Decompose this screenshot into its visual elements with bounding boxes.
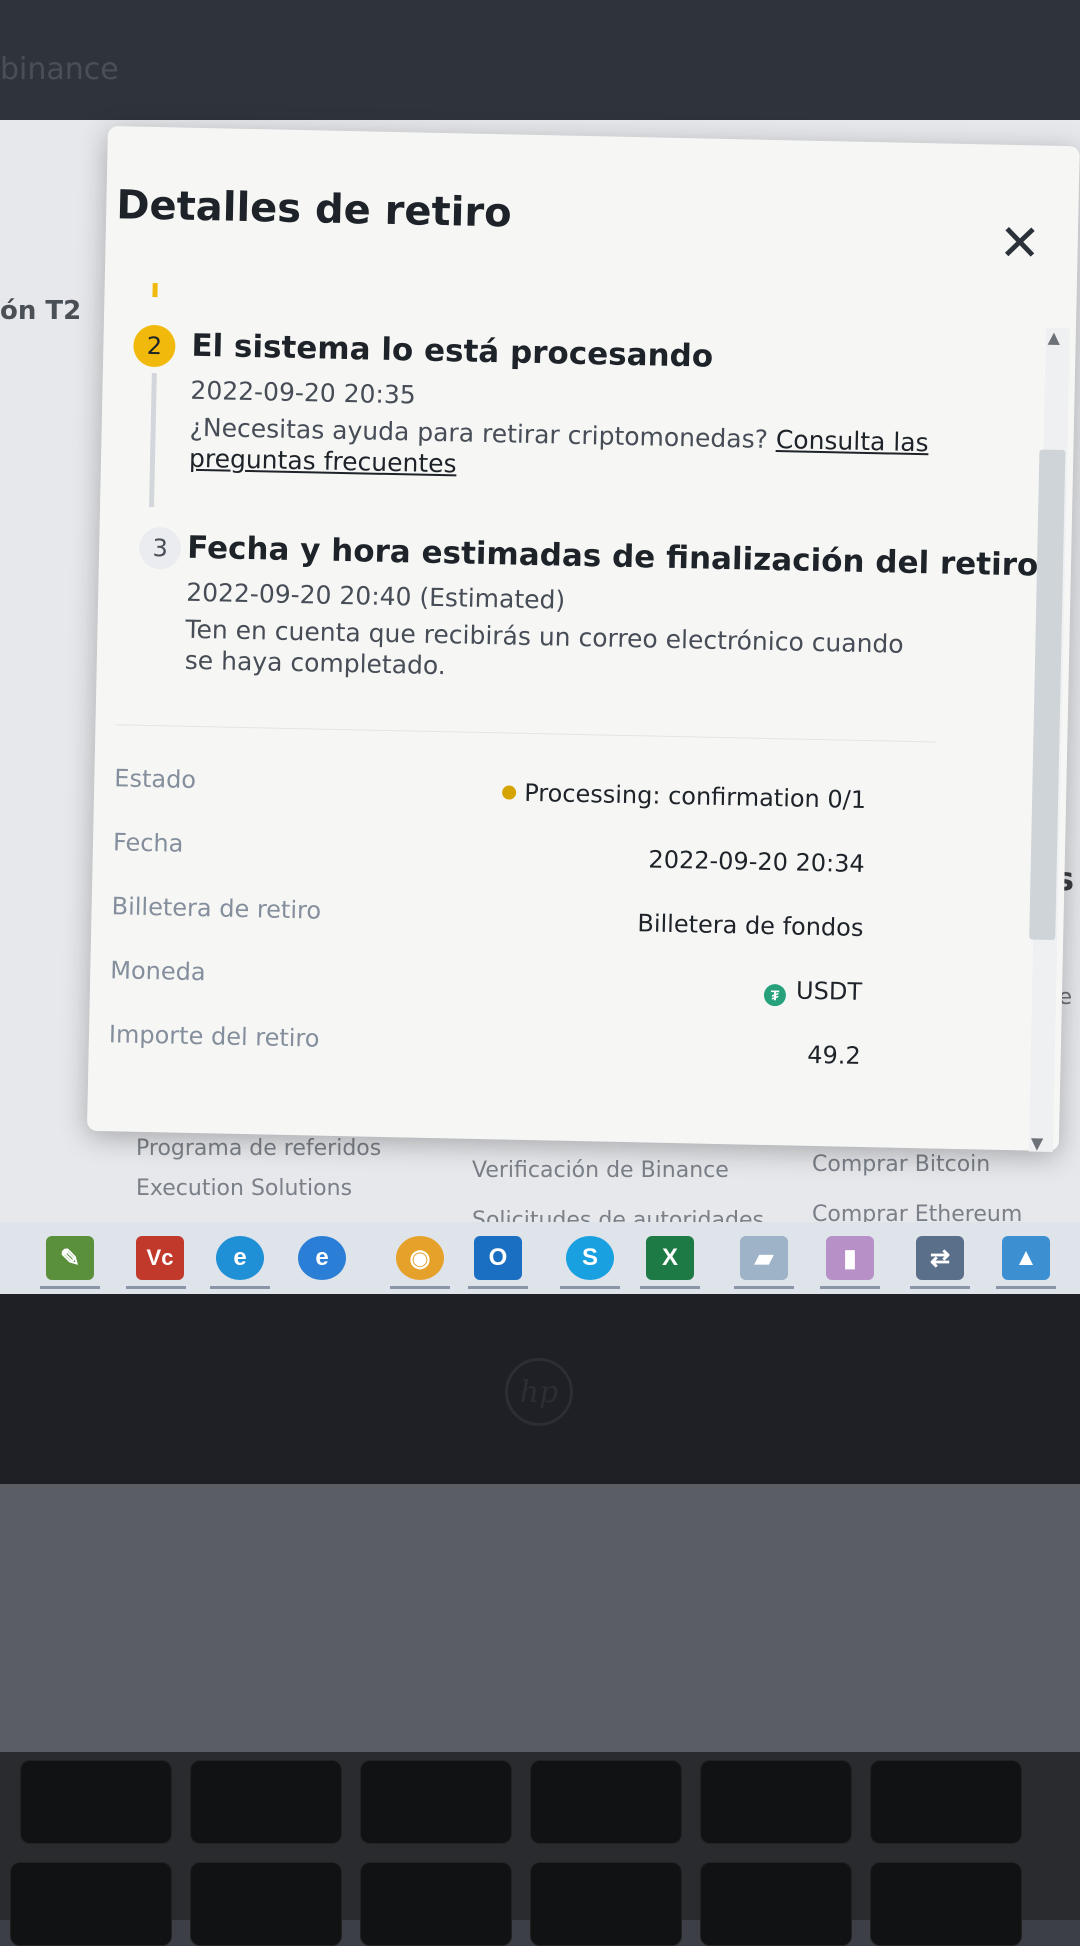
- step-timestamp: 2022-09-20 20:35: [190, 375, 417, 410]
- step-title: Fecha y hora estimadas de finalización d…: [186, 529, 1039, 584]
- detail-label-amount: Importe del retiro: [108, 1020, 320, 1053]
- detail-label-wallet: Billetera de retiro: [111, 892, 322, 925]
- footer-link-buy-bitcoin[interactable]: Comprar Bitcoin: [812, 1152, 990, 1177]
- withdrawal-details-modal: Detalles de retiro ✕ ▲ ▼ 2 El sistema lo…: [86, 126, 1080, 1153]
- taskbar-active-indicator: [734, 1286, 794, 1289]
- internet-explorer-icon[interactable]: e: [298, 1236, 346, 1280]
- taskbar-active-indicator: [390, 1286, 450, 1289]
- taskbar-active-indicator: [640, 1286, 700, 1289]
- notepad-icon[interactable]: ✎: [46, 1236, 94, 1280]
- scroll-down-arrow-icon[interactable]: ▼: [1031, 1134, 1044, 1153]
- keyboard-key: [360, 1862, 512, 1946]
- section-divider: [115, 724, 936, 743]
- skype-icon[interactable]: S: [566, 1236, 614, 1280]
- keyboard-key: [190, 1862, 342, 1946]
- background-heading-fragment: ón T2: [0, 296, 82, 326]
- outlook-icon[interactable]: O: [474, 1236, 522, 1280]
- step-timestamp: 2022-09-20 20:40 (Estimated): [185, 577, 566, 615]
- keyboard-key: [360, 1760, 512, 1844]
- taskbar-active-indicator: [560, 1286, 620, 1289]
- keyboard-key: [870, 1760, 1022, 1844]
- scroll-up-arrow-icon[interactable]: ▲: [1048, 328, 1061, 347]
- taskbar-active-indicator: [40, 1286, 100, 1289]
- footer-link-referral[interactable]: Programa de referidos: [136, 1136, 381, 1161]
- detail-value-wallet: Billetera de fondos: [637, 909, 864, 942]
- keyboard-key: [870, 1862, 1022, 1946]
- taskbar-active-indicator: [820, 1286, 880, 1289]
- detail-label-status: Estado: [114, 764, 197, 794]
- step-connector-done: [152, 282, 158, 298]
- edge-icon[interactable]: e: [216, 1236, 264, 1280]
- brand-logo-text[interactable]: binance: [0, 52, 119, 87]
- network-icon[interactable]: ⇄: [916, 1236, 964, 1280]
- taskbar-active-indicator: [210, 1286, 270, 1289]
- detail-label-coin: Moneda: [110, 956, 206, 987]
- keyboard-key: [10, 1862, 172, 1946]
- detail-value-amount: 49.2: [806, 1040, 861, 1070]
- taskbar-active-indicator: [910, 1286, 970, 1289]
- hp-logo-icon: hp: [505, 1358, 573, 1426]
- detail-value-date: 2022-09-20 20:34: [648, 845, 866, 879]
- excel-icon[interactable]: X: [646, 1236, 694, 1280]
- taskbar-active-indicator: [996, 1286, 1056, 1289]
- scrollbar-thumb[interactable]: [1029, 449, 1066, 941]
- step-number-badge: 3: [138, 526, 182, 570]
- chrome-icon[interactable]: ◉: [396, 1236, 444, 1280]
- keyboard-key: [530, 1760, 682, 1844]
- step-connector: [149, 372, 157, 508]
- status-text: Processing: confirmation 0/1: [523, 778, 867, 815]
- close-icon[interactable]: ✕: [991, 214, 1048, 273]
- taskbar-active-indicator: [468, 1286, 528, 1289]
- step-title: El sistema lo está procesando: [191, 327, 714, 375]
- detail-value-coin: ₮ USDT: [763, 976, 863, 1008]
- step-description: Ten en cuenta que recibirás un correo el…: [184, 614, 904, 681]
- step-number-badge: 2: [132, 324, 176, 368]
- modal-title: Detalles de retiro: [115, 182, 513, 237]
- step-description: ¿Necesitas ayuda para retirar criptomone…: [189, 412, 950, 490]
- keyboard-key: [700, 1760, 852, 1844]
- keyboard-key: [530, 1862, 682, 1946]
- photos-icon[interactable]: ▲: [1002, 1236, 1050, 1280]
- app-icon[interactable]: ▮: [826, 1236, 874, 1280]
- file-manager-icon[interactable]: ▰: [740, 1236, 788, 1280]
- footer-link-verification[interactable]: Verificación de Binance: [472, 1158, 729, 1183]
- detail-label-date: Fecha: [112, 828, 184, 858]
- taskbar-active-indicator: [126, 1286, 186, 1289]
- keyboard-key: [190, 1760, 342, 1844]
- status-dot-icon: [502, 785, 517, 800]
- keyboard-key: [20, 1760, 172, 1844]
- keyboard-key: [700, 1862, 852, 1946]
- top-nav-bar: binance: [0, 0, 1080, 120]
- visual-studio-icon[interactable]: Vc: [136, 1236, 184, 1280]
- detail-value-status: Processing: confirmation 0/1: [502, 778, 866, 814]
- tether-coin-icon: ₮: [763, 983, 787, 1007]
- coin-text: USDT: [795, 976, 863, 1006]
- laptop-screen: binance ón T2 ás ▮ os de Programa de ref…: [0, 0, 1080, 1300]
- footer-link-execution[interactable]: Execution Solutions: [136, 1176, 352, 1201]
